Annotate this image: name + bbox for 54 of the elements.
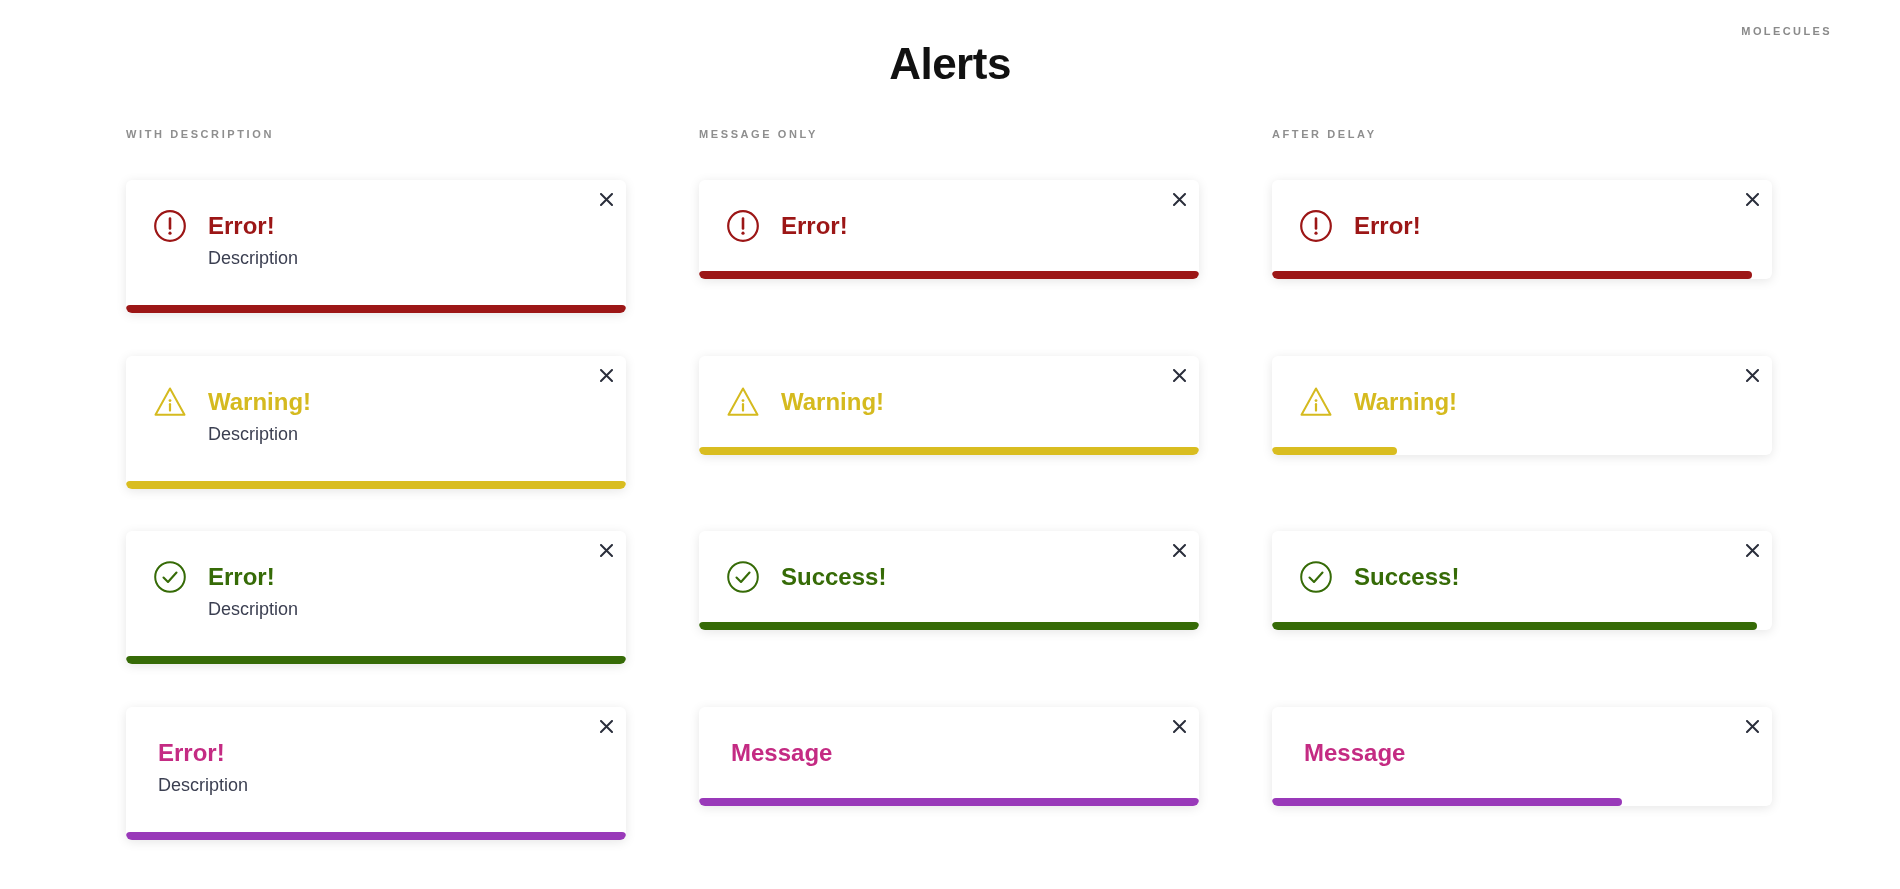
section-label: MESSAGE ONLY [699,127,818,141]
page-title: Alerts [889,39,1011,89]
alert-description: Description [158,773,249,797]
close-icon [600,719,613,733]
alert-title: Warning! [208,386,312,417]
alert-title: Error! [1354,211,1421,241]
alert-title: Message [1304,737,1406,768]
close-button[interactable] [600,368,613,382]
alert-title: Success! [1354,562,1460,592]
exclamation-circle-icon [727,210,759,242]
warning-triangle-icon [154,385,186,418]
alert-title: Error! [158,737,225,768]
close-icon [1746,719,1759,733]
close-button[interactable] [1746,193,1759,206]
close-icon [600,544,613,557]
close-icon [1173,719,1186,733]
alert-title: Error! [208,562,275,592]
close-button[interactable] [600,193,613,206]
alert-description: Description [208,422,299,446]
category-label: MOLECULES [1741,24,1832,38]
alert-title: Warning! [781,386,885,417]
alert-description: Description [208,598,299,621]
exclamation-circle-icon [154,210,186,242]
warning-triangle-icon [727,385,759,418]
close-button[interactable] [1746,368,1759,382]
close-icon [1746,193,1759,206]
check-circle-icon [727,561,759,593]
alert-title: Warning! [1354,386,1458,417]
close-button[interactable] [1746,544,1759,557]
close-button[interactable] [600,544,613,557]
check-circle-icon [154,561,186,593]
close-button[interactable] [1173,544,1186,557]
section-label: WITH DESCRIPTION [126,127,274,141]
warning-triangle-icon [1300,385,1332,418]
close-icon [600,368,613,382]
alert-description: Description [208,247,299,270]
close-button[interactable] [1173,368,1186,382]
close-icon [1173,544,1186,557]
alert-title: Message [731,737,833,768]
section-label: AFTER DELAY [1272,127,1377,141]
close-icon [1746,544,1759,557]
close-icon [1173,193,1186,206]
close-button[interactable] [1746,719,1759,733]
close-button[interactable] [1173,193,1186,206]
close-icon [600,193,613,206]
close-icon [1173,368,1186,382]
exclamation-circle-icon [1300,210,1332,242]
check-circle-icon [1300,561,1332,593]
alert-title: Success! [781,562,887,592]
alert-title: Error! [208,211,275,241]
close-icon [1746,368,1759,382]
alert-title: Error! [781,211,848,241]
close-button[interactable] [1173,719,1186,733]
close-button[interactable] [600,719,613,733]
